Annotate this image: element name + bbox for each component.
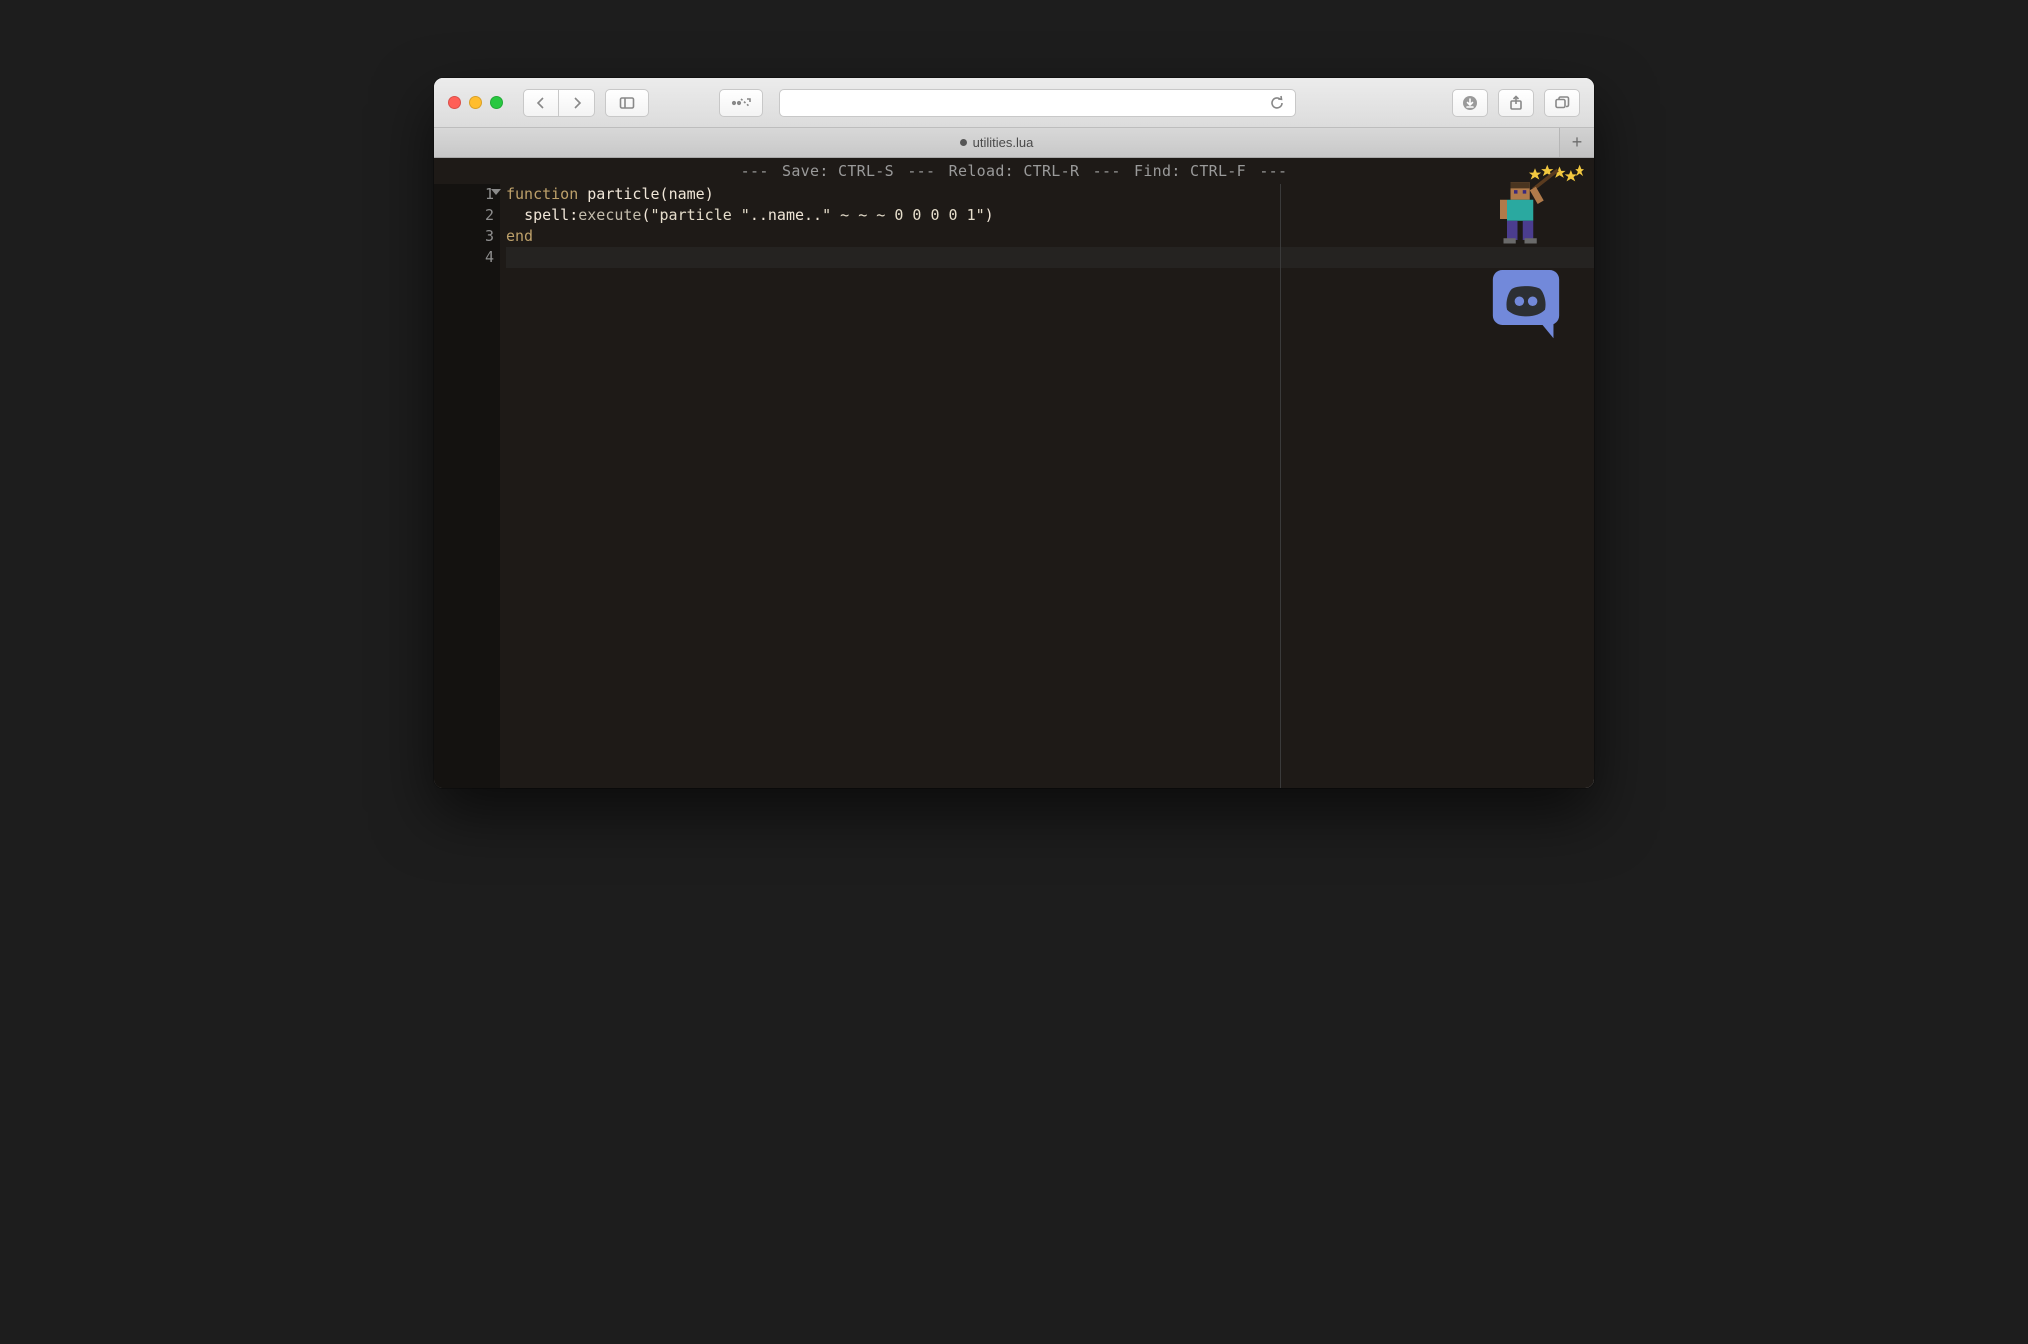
share-icon [1508,95,1524,111]
sidebar-icon [619,95,635,111]
code-line[interactable]: function particle(name) [506,184,1594,205]
zoom-window-button[interactable] [490,96,503,109]
window-toolbar [434,78,1594,128]
nav-back-forward [523,89,595,117]
discord-icon[interactable] [1492,270,1560,342]
close-window-button[interactable] [448,96,461,109]
tabs-icon [1554,95,1570,111]
chevron-right-icon [569,95,585,111]
line-number: 3 [434,226,494,247]
code-area[interactable]: function particle(name) spell:execute("p… [500,184,1594,788]
code-line[interactable]: spell:execute("particle "..name.." ~ ~ ~… [506,205,1594,226]
hint-reload: Reload: CTRL-R [949,162,1080,180]
reader-icon [730,95,752,111]
show-tabs-button[interactable] [1544,89,1580,117]
minimize-window-button[interactable] [469,96,482,109]
code-line[interactable]: end [506,226,1594,247]
share-button[interactable] [1498,89,1534,117]
code-editor[interactable]: 1234 function particle(name) spell:execu… [434,184,1594,788]
hint-save: Save: CTRL-S [782,162,894,180]
tab-title: utilities.lua [973,135,1034,150]
address-bar[interactable] [779,89,1296,117]
chevron-left-icon [533,95,549,111]
browser-window: utilities.lua + --- Save: CTRL-S --- Rel… [434,78,1594,788]
reader-button[interactable] [719,89,763,117]
page-content: --- Save: CTRL-S --- Reload: CTRL-R --- … [434,158,1594,788]
toolbar-right [1452,89,1580,117]
line-number: 1 [434,184,494,205]
hint-find: Find: CTRL-F [1134,162,1246,180]
line-number: 2 [434,205,494,226]
downloads-button[interactable] [1452,89,1488,117]
sidebar-toggle-button[interactable] [605,89,649,117]
line-number: 4 [434,247,494,268]
shortcut-hint: --- Save: CTRL-S --- Reload: CTRL-R --- … [434,158,1594,184]
minecraft-steve-icon[interactable] [1479,160,1584,250]
back-button[interactable] [523,89,559,117]
tab-utilities[interactable]: utilities.lua [434,128,1560,157]
plus-icon: + [1572,132,1583,153]
forward-button[interactable] [559,89,595,117]
download-icon [1462,95,1478,111]
line-gutter: 1234 [434,184,500,788]
dirty-dot-icon [960,139,967,146]
print-margin [1280,184,1281,788]
window-controls [448,96,503,109]
code-line[interactable] [506,247,1594,268]
new-tab-button[interactable]: + [1560,128,1594,157]
reload-icon[interactable] [1269,95,1285,111]
tab-bar: utilities.lua + [434,128,1594,158]
